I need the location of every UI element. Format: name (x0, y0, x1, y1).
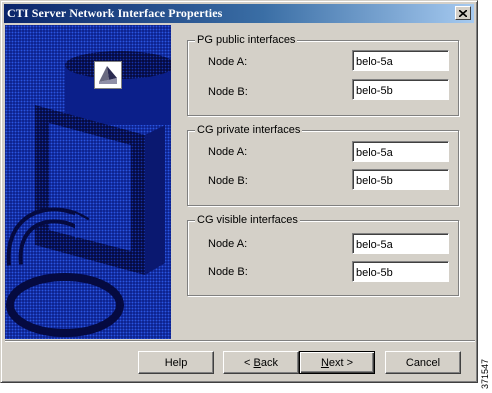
cg-private-node-b-input[interactable] (352, 169, 449, 190)
title-bar[interactable]: CTI Server Network Interface Properties (4, 4, 474, 23)
window-title: CTI Server Network Interface Properties (7, 6, 223, 20)
cg-private-node-a-input[interactable] (352, 141, 449, 162)
next-label-rest: ext > (328, 356, 354, 369)
node-a-label: Node A: (208, 56, 248, 68)
dialog-window: CTI Server Network Interface Properties (0, 0, 478, 383)
node-b-label: Node B: (208, 266, 248, 278)
cg-visible-node-a-input[interactable] (352, 233, 449, 254)
close-icon (459, 9, 467, 17)
back-accelerator: B (253, 356, 261, 369)
node-b-label: Node B: (208, 86, 248, 98)
node-a-label: Node A: (208, 238, 248, 250)
cg-visible-interfaces-group: CG visible interfaces Node A: Node B: (187, 213, 459, 296)
separator-highlight (5, 341, 475, 342)
back-label-rest: ack (260, 356, 278, 369)
node-b-label: Node B: (208, 175, 248, 187)
group-legend: CG visible interfaces (195, 213, 300, 227)
next-accelerator: N (320, 356, 329, 369)
pg-public-node-b-input[interactable] (352, 79, 449, 100)
figure-id: 371547 (480, 358, 490, 390)
close-button[interactable] (455, 6, 471, 20)
back-button[interactable]: < Back (223, 351, 299, 374)
pg-public-node-a-input[interactable] (352, 50, 449, 71)
group-legend: CG private interfaces (195, 123, 303, 137)
cg-private-interfaces-group: CG private interfaces Node A: Node B: (187, 123, 459, 206)
help-button[interactable]: Help (138, 351, 214, 374)
pg-public-interfaces-group: PG public interfaces Node A: Node B: (187, 33, 459, 116)
back-arrow-text: < (244, 356, 254, 369)
cancel-button[interactable]: Cancel (385, 351, 461, 374)
group-legend: PG public interfaces (195, 33, 298, 47)
node-a-label: Node A: (208, 146, 248, 158)
cg-visible-node-b-input[interactable] (352, 261, 449, 282)
wizard-side-image (5, 25, 171, 339)
wizard-logo-icon (94, 61, 122, 89)
next-button[interactable]: Next > (299, 351, 375, 374)
